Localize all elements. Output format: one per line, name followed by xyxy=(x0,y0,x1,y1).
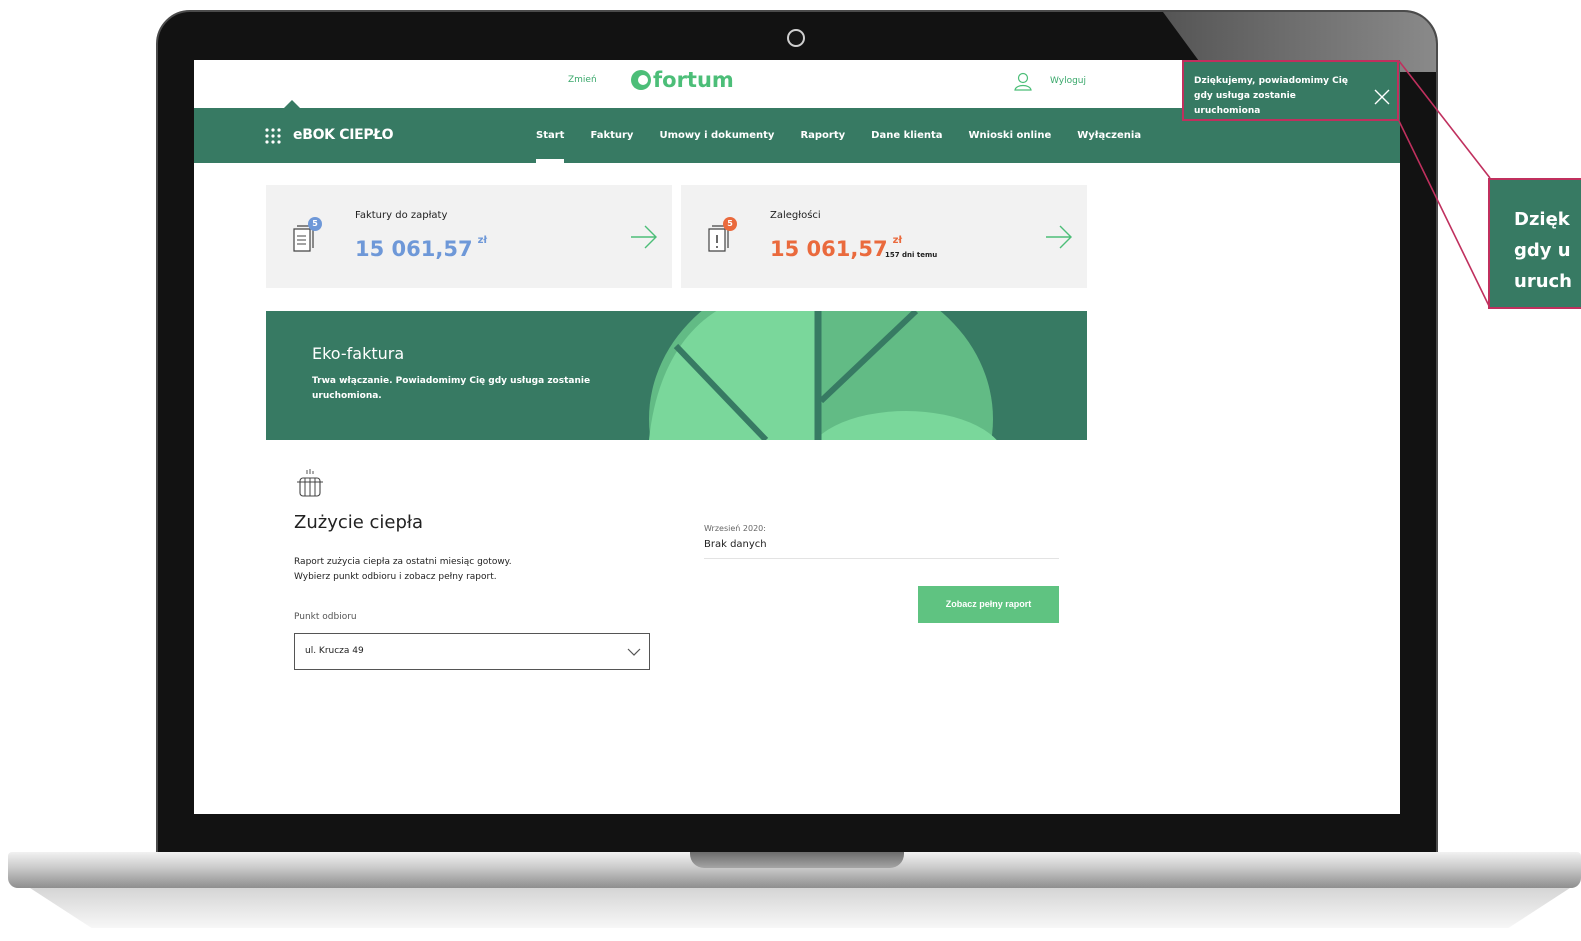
stage: Zmień fortum Wyloguj eBOK CIEPŁO Start F… xyxy=(0,0,1581,941)
callout-lines xyxy=(1398,60,1491,309)
zoom-line-3: uruch xyxy=(1514,271,1572,292)
zoom-line-2: gdy u xyxy=(1514,240,1571,261)
zoom-line-1: Dzięk xyxy=(1514,209,1570,230)
zoom-callout: Dzięk gdy u uruch xyxy=(1488,178,1581,309)
zoom-callout-text: Dzięk gdy u uruch xyxy=(1514,204,1581,297)
